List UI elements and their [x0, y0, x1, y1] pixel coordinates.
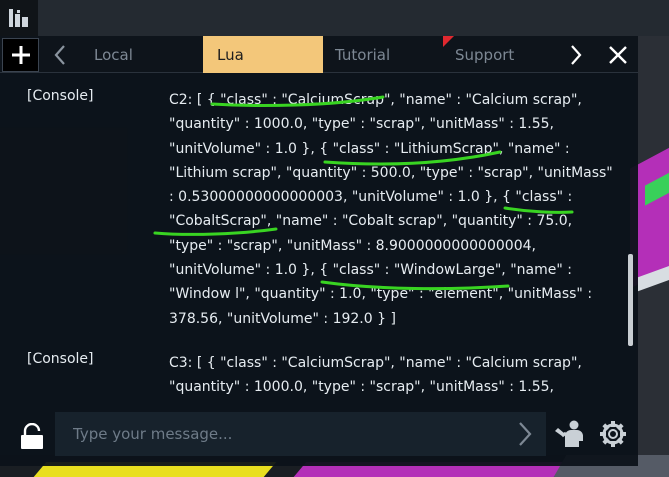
- tab-label: Support: [455, 45, 515, 64]
- close-chat-button[interactable]: [599, 36, 637, 73]
- tab-label: Lua: [217, 45, 244, 64]
- plus-icon: [11, 46, 30, 64]
- message-line: "unitVolume" : 1.0 }, { "class" : "Windo…: [169, 262, 572, 279]
- background-top-strip: [0, 0, 669, 36]
- gear-icon: [600, 421, 626, 447]
- previous-tab-button[interactable]: [42, 36, 78, 73]
- next-tab-button[interactable]: [558, 36, 594, 73]
- people-icon: [555, 420, 583, 447]
- message-line: "Window l", "quantity" : 1.0, "type" : "…: [169, 286, 593, 303]
- settings-button[interactable]: [596, 416, 630, 452]
- tab-label: Tutorial: [335, 45, 391, 64]
- game-menu-icon: [9, 9, 28, 27]
- message-line: "unitVolume" : 1.0 }, { "class" : "Lithi…: [169, 140, 570, 157]
- chevron-right-icon: [571, 44, 582, 65]
- tab-label: Local: [94, 45, 133, 64]
- message-scrollbar[interactable]: [628, 254, 633, 346]
- message-line: 378.56, "unitVolume" : 192.0 } ]: [169, 310, 396, 327]
- message-sender: [Console]: [27, 88, 94, 104]
- unlock-icon: [21, 423, 43, 449]
- message-line: C2: [ { "class" : "CalciumScrap", "name"…: [169, 92, 582, 108]
- chat-window: Local Lua Tutorial Support [Console] C2:…: [0, 36, 638, 466]
- message-line: : 0.53000000000000003, "unitVolume" : 1.…: [169, 189, 573, 206]
- chevron-left-icon: [54, 44, 65, 65]
- notification-flag: [443, 36, 454, 47]
- message-body: C3: [ { "class" : "CalciumScrap", "name"…: [169, 351, 614, 400]
- tab-support[interactable]: Support: [441, 36, 561, 73]
- game-menu-button[interactable]: [0, 0, 38, 36]
- message-line: "Lithium scrap", "quantity" : 500.0, "ty…: [169, 164, 613, 181]
- message-input[interactable]: [55, 412, 546, 456]
- message-body: C2: [ { "class" : "CalciumScrap", "name"…: [169, 88, 614, 331]
- tab-local[interactable]: Local: [80, 36, 200, 73]
- people-button[interactable]: [551, 416, 587, 452]
- send-arrow-icon: [519, 422, 532, 446]
- chat-tab-bar: Local Lua Tutorial Support: [0, 36, 638, 73]
- send-button[interactable]: [508, 416, 542, 452]
- message-line: "CobaltScrap", "name" : "Cobalt scrap", …: [169, 213, 573, 230]
- tab-lua[interactable]: Lua: [203, 36, 323, 73]
- chat-input-bar: [0, 406, 638, 466]
- lock-button[interactable]: [14, 420, 50, 454]
- message-line: C3: [ { "class" : "CalciumScrap", "name"…: [169, 355, 582, 371]
- message-sender: [Console]: [27, 351, 94, 367]
- message-line: "quantity" : 1000.0, "type" : "scrap", "…: [169, 116, 554, 133]
- add-channel-button[interactable]: [2, 38, 39, 72]
- tab-tutorial[interactable]: Tutorial: [321, 36, 441, 73]
- close-icon: [609, 45, 627, 64]
- message-line: "quantity" : 1000.0, "type" : "scrap", "…: [169, 379, 554, 396]
- message-line: "type" : "scrap", "unitMass" : 8.9000000…: [169, 237, 536, 254]
- message-list[interactable]: [Console] C2: [ { "class" : "CalciumScra…: [0, 74, 624, 404]
